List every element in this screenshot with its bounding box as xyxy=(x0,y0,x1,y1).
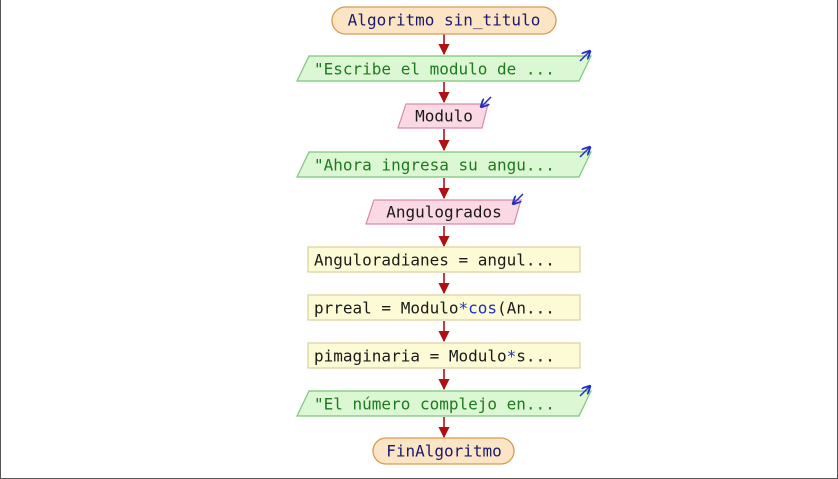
process-label-2-op: * xyxy=(459,299,469,318)
process-node-2[interactable]: prreal = Modulo*cos(An... xyxy=(307,294,581,321)
process-label-2: prreal = Modulo*cos(An... xyxy=(314,299,555,318)
input-label-1: Modulo xyxy=(415,107,473,126)
process-label-3: pimaginaria = Modulo*s... xyxy=(314,347,555,366)
output-node-1[interactable]: "Escribe el modulo de ... xyxy=(296,51,591,82)
output-label-1: "Escribe el modulo de ... xyxy=(314,60,555,79)
output-node-3[interactable]: "El número complejo en... xyxy=(296,386,591,417)
flowchart-canvas: Algoritmo sin_titulo "Escribe el modulo … xyxy=(0,0,838,479)
input-label-2: Angulogrados xyxy=(386,203,502,222)
start-node[interactable]: Algoritmo sin_titulo xyxy=(331,6,557,35)
process-label-3-post: s... xyxy=(516,347,555,366)
start-label: Algoritmo sin_titulo xyxy=(348,11,541,30)
process-label-2-pre: prreal = Modulo xyxy=(314,299,459,318)
process-label-3-pre: pimaginaria = Modulo xyxy=(314,347,507,366)
process-label-1: Anguloradianes = angul... xyxy=(314,251,555,270)
process-label-2-post: (An... xyxy=(497,299,555,318)
output-label-2: "Ahora ingresa su angu... xyxy=(314,156,555,175)
output-label-3: "El número complejo en... xyxy=(314,395,555,414)
output-node-2[interactable]: "Ahora ingresa su angu... xyxy=(296,147,591,178)
process-node-1[interactable]: Anguloradianes = angul... xyxy=(307,246,581,273)
end-node[interactable]: FinAlgoritmo xyxy=(372,437,515,465)
process-node-3[interactable]: pimaginaria = Modulo*s... xyxy=(307,342,581,369)
process-label-3-op: * xyxy=(507,347,517,366)
process-label-2-fn: cos xyxy=(468,299,497,318)
end-label: FinAlgoritmo xyxy=(386,442,502,461)
input-node-2[interactable]: Angulogrados xyxy=(365,193,524,225)
flowchart-diagram: Algoritmo sin_titulo "Escribe el modulo … xyxy=(296,6,838,465)
